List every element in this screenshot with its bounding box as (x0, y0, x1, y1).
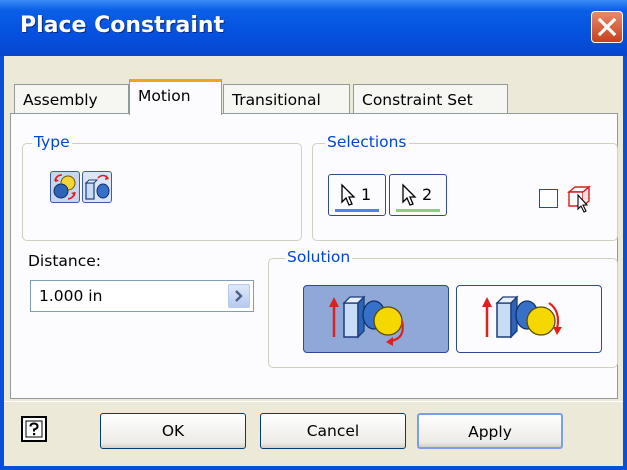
tab-constraint-set[interactable]: Constraint Set (353, 84, 508, 114)
cancel-button-label: Cancel (306, 422, 360, 440)
apply-button-label: Apply (468, 423, 512, 441)
ok-button-label: OK (161, 422, 185, 440)
tab-motion[interactable]: Motion (129, 79, 222, 115)
ok-button[interactable]: OK (100, 413, 246, 449)
tab-assembly-label: Assembly (23, 91, 98, 109)
reverse-solution-button[interactable] (456, 285, 602, 353)
selections-group: Selections 1 2 (312, 133, 618, 241)
rotation-translation-type-icon (84, 174, 110, 200)
reverse-solution-icon (482, 295, 562, 339)
solution-group-label: Solution (285, 248, 353, 266)
cancel-button[interactable]: Cancel (260, 413, 406, 449)
window-title: Place Constraint (20, 13, 225, 38)
type-group-label: Type (32, 133, 72, 151)
rotation-translation-type-button[interactable] (82, 171, 112, 203)
second-selection-label: 2 (422, 185, 433, 204)
tab-transitional-label: Transitional (232, 91, 321, 109)
rotation-type-icon (53, 174, 76, 200)
pick-part-first-checkbox[interactable] (539, 189, 558, 208)
first-selection-color-bar (335, 209, 379, 212)
apply-button[interactable]: Apply (417, 413, 563, 449)
tab-transitional[interactable]: Transitional (223, 84, 350, 114)
first-selection-button[interactable]: 1 (328, 174, 386, 216)
rotation-type-button[interactable] (50, 171, 80, 203)
pick-part-first-icon (567, 185, 591, 213)
distance-flyout-button[interactable] (228, 284, 250, 308)
tab-constraint-set-label: Constraint Set (362, 91, 473, 109)
tab-motion-label: Motion (138, 87, 191, 105)
distance-value: 1.000 in (39, 287, 103, 305)
chevron-right-icon (235, 290, 243, 302)
tab-assembly[interactable]: Assembly (14, 84, 129, 114)
cursor-arrow-icon (341, 183, 356, 206)
forward-solution-icon (329, 295, 404, 346)
title-bar[interactable]: Place Constraint (0, 0, 627, 56)
distance-label: Distance: (28, 252, 101, 270)
cursor-arrow-icon (402, 183, 417, 206)
help-icon (25, 420, 43, 438)
help-button[interactable] (21, 416, 47, 442)
selections-group-label: Selections (325, 133, 409, 151)
second-selection-button[interactable]: 2 (389, 174, 447, 216)
close-icon (597, 17, 617, 37)
distance-input[interactable]: 1.000 in (30, 280, 254, 312)
close-button[interactable] (591, 11, 623, 43)
second-selection-color-bar (396, 209, 440, 212)
first-selection-label: 1 (361, 185, 372, 204)
forward-solution-button[interactable] (303, 285, 449, 353)
footer-separator (4, 401, 623, 402)
dialog-body: Assembly Motion Transitional Constraint … (4, 56, 623, 466)
type-group: Type (22, 133, 302, 241)
place-constraint-dialog: Place Constraint Assembly Motion Transit… (0, 0, 627, 470)
